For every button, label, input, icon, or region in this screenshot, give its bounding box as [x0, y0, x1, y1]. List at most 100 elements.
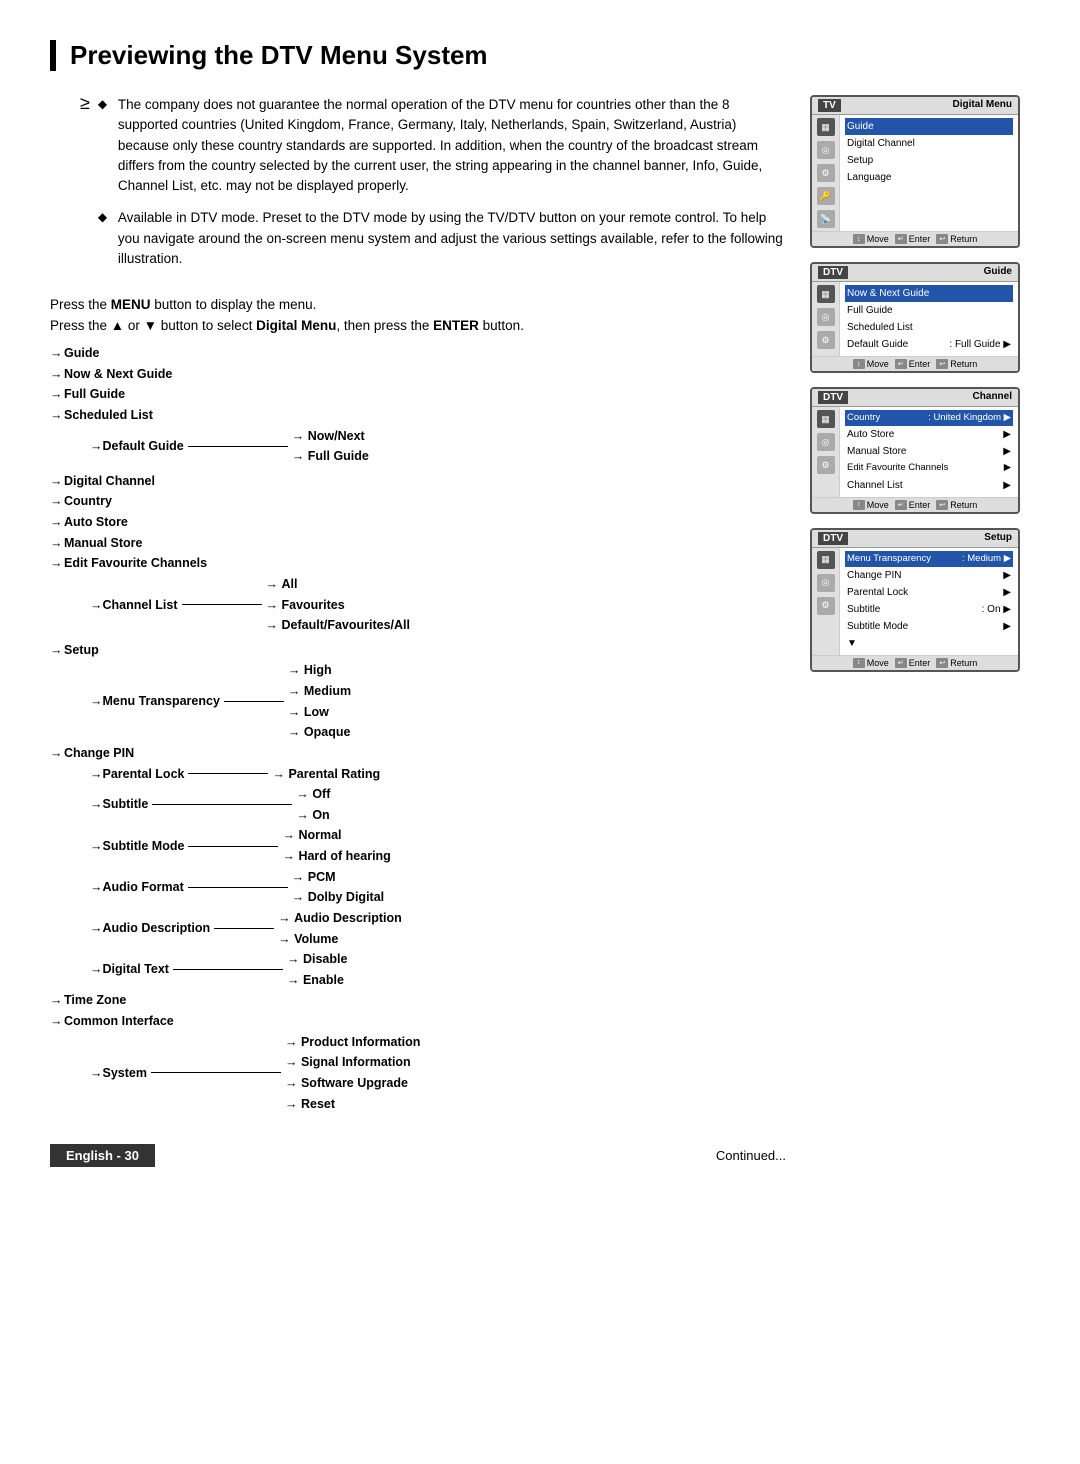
screen2-footer: ↕ Move ↵ Enter ↩ Return	[812, 356, 1018, 371]
content-area: ≥ The company does not guarantee the nor…	[50, 95, 1030, 1167]
screen3-btn-move: ↕ Move	[853, 500, 889, 510]
tree-subtitle: →Subtitle → Off → On	[50, 784, 786, 825]
screen4-icon-3: ⚙	[817, 597, 835, 615]
tree-setup-root: →Setup	[50, 640, 786, 661]
screen4-title: Setup	[984, 532, 1012, 545]
tree-scheduled-list: →Scheduled List	[50, 405, 786, 426]
screen1-icon-5: 📡	[817, 210, 835, 228]
tree-edit-fav: →Edit Favourite Channels	[50, 553, 786, 574]
screen1-btn-enter: ↵ Enter	[895, 234, 931, 244]
tree-system: →System → Product Information → Signal I…	[50, 1032, 786, 1115]
screen2-title: Guide	[984, 266, 1012, 279]
screen4-header: DTV Setup	[812, 530, 1018, 548]
screen3-icon-2: ◎	[817, 433, 835, 451]
screen3-menu: Country: United Kingdom ▶ Auto Store▶ Ma…	[840, 407, 1018, 497]
screen3-btn-enter: ↵ Enter	[895, 500, 931, 510]
press-select-line: Press the ▲ or ▼ button to select Digita…	[50, 318, 786, 333]
left-column: ≥ The company does not guarantee the nor…	[50, 95, 786, 1167]
screen3-title: Channel	[973, 391, 1012, 404]
screen3-icon-1: ▦	[817, 410, 835, 428]
tree-digital-text: →Digital Text → Disable → Enable	[50, 949, 786, 990]
screen4-channel: DTV	[818, 532, 848, 545]
bullet-1: The company does not guarantee the norma…	[98, 95, 786, 196]
screen2-icons: ▦ ◎ ⚙	[812, 282, 840, 356]
screen2-btn-return: ↩ Return	[936, 359, 977, 369]
screen2-item-scheduled: Scheduled List	[845, 319, 1013, 336]
tree-auto-store: →Auto Store	[50, 512, 786, 533]
screen1-menu: Guide Digital Channel Setup Language	[840, 115, 1018, 231]
screen1-footer: ↕ Move ↵ Enter ↩ Return	[812, 231, 1018, 246]
tree-full-guide: →Full Guide	[50, 384, 786, 405]
screen3-item-channel-list: Channel List▶	[845, 477, 1013, 494]
screen2-header: DTV Guide	[812, 264, 1018, 282]
tree-parental-lock: →Parental Lock → Parental Rating	[50, 764, 786, 785]
screen4-icons: ▦ ◎ ⚙	[812, 548, 840, 655]
tree-menu-transparency: →Menu Transparency → High → Medium → Low…	[50, 660, 786, 743]
tv-digital-menu-screen: TV Digital Menu ▦ ◎ ⚙ 🔑 📡 Guide Digital …	[810, 95, 1020, 248]
intro-block: ≥ The company does not guarantee the nor…	[50, 95, 786, 281]
right-column: TV Digital Menu ▦ ◎ ⚙ 🔑 📡 Guide Digital …	[810, 95, 1030, 1167]
screen4-item-subtitle: Subtitle: On ▶	[845, 601, 1013, 618]
screen3-item-country: Country: United Kingdom ▶	[845, 410, 1013, 426]
screen3-icon-3: ⚙	[817, 456, 835, 474]
screen2-btn-enter: ↵ Enter	[895, 359, 931, 369]
screen3-footer: ↕ Move ↵ Enter ↩ Return	[812, 497, 1018, 512]
screen1-icons: ▦ ◎ ⚙ 🔑 📡	[812, 115, 840, 231]
screen4-item-transparency: Menu Transparency: Medium ▶	[845, 551, 1013, 567]
screen2-icon-2: ◎	[817, 308, 835, 326]
tree-default-guide: →Default Guide → Now/Next → Full Guide	[50, 426, 786, 467]
screen1-icon-1: ▦	[817, 118, 835, 136]
screen4-btn-enter: ↵ Enter	[895, 658, 931, 668]
screen1-item-guide: Guide	[845, 118, 1013, 135]
screen1-item-setup: Setup	[845, 152, 1013, 169]
screen2-item-full-guide: Full Guide	[845, 302, 1013, 319]
screen2-channel: DTV	[818, 266, 848, 279]
tree-audio-description: →Audio Description → Audio Description →…	[50, 908, 786, 949]
tree-diagram: →Guide →Now & Next Guide →Full Guide →Sc…	[50, 343, 786, 1114]
tree-country: →Country	[50, 491, 786, 512]
arrow-symbol: ≥	[80, 93, 90, 114]
screen4-item-change-pin: Change PIN▶	[845, 567, 1013, 584]
screen3-channel: DTV	[818, 391, 848, 404]
tree-audio-format: →Audio Format → PCM → Dolby Digital	[50, 867, 786, 908]
screen1-item-digital-channel: Digital Channel	[845, 135, 1013, 152]
screen4-btn-move: ↕ Move	[853, 658, 889, 668]
tree-manual-store: →Manual Store	[50, 533, 786, 554]
tree-channel-list: →Channel List → All → Favourites → Defau…	[50, 574, 786, 636]
screen2-item-now-next: Now & Next Guide	[845, 285, 1013, 302]
screen4-menu: Menu Transparency: Medium ▶ Change PIN▶ …	[840, 548, 1018, 655]
screen1-title: Digital Menu	[953, 99, 1012, 112]
screen3-item-edit-fav: Edit Favourite Channels▶	[845, 460, 1013, 476]
english-badge: English - 30	[50, 1144, 155, 1167]
screen1-icon-3: ⚙	[817, 164, 835, 182]
screen2-icon-3: ⚙	[817, 331, 835, 349]
page-title: Previewing the DTV Menu System	[50, 40, 1030, 71]
screen3-item-manual-store: Manual Store▶	[845, 443, 1013, 460]
screen1-icon-2: ◎	[817, 141, 835, 159]
screen3-btn-return: ↩ Return	[936, 500, 977, 510]
screen4-item-more: ▼	[845, 635, 1013, 652]
screen4-item-parental-lock: Parental Lock▶	[845, 584, 1013, 601]
tree-common-interface: →Common Interface	[50, 1011, 786, 1032]
screen2-menu: Now & Next Guide Full Guide Scheduled Li…	[840, 282, 1018, 356]
tree-digital-channel-root: →Digital Channel	[50, 471, 786, 492]
bullet-2: Available in DTV mode. Preset to the DTV…	[98, 208, 786, 269]
screen2-item-default-guide: Default Guide: Full Guide ▶	[845, 336, 1013, 353]
screen4-btn-return: ↩ Return	[936, 658, 977, 668]
tree-now-next-guide: →Now & Next Guide	[50, 364, 786, 385]
screen4-icon-1: ▦	[817, 551, 835, 569]
screen1-item-language: Language	[845, 169, 1013, 186]
press-menu-line: Press the MENU button to display the men…	[50, 297, 786, 312]
screen4-icon-2: ◎	[817, 574, 835, 592]
screen4-item-subtitle-mode: Subtitle Mode▶	[845, 618, 1013, 635]
screen3-icons: ▦ ◎ ⚙	[812, 407, 840, 497]
screen2-body: ▦ ◎ ⚙ Now & Next Guide Full Guide Schedu…	[812, 282, 1018, 356]
screen1-header: TV Digital Menu	[812, 97, 1018, 115]
continued-text: Continued...	[716, 1148, 786, 1163]
dtv-setup-screen: DTV Setup ▦ ◎ ⚙ Menu Transparency: Mediu…	[810, 528, 1020, 672]
screen3-body: ▦ ◎ ⚙ Country: United Kingdom ▶ Auto Sto…	[812, 407, 1018, 497]
tree-change-pin: →Change PIN	[50, 743, 786, 764]
screen4-footer: ↕ Move ↵ Enter ↩ Return	[812, 655, 1018, 670]
screen1-icon-4: 🔑	[817, 187, 835, 205]
screen1-channel: TV	[818, 99, 841, 112]
